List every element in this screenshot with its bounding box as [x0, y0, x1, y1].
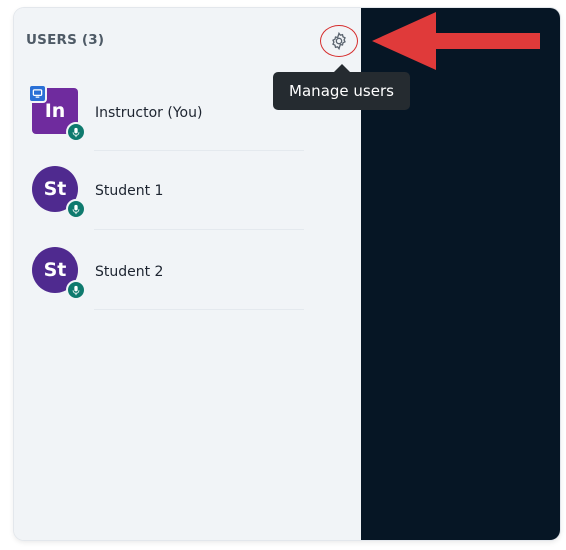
row-divider — [94, 150, 304, 151]
manage-users-tooltip: Manage users — [273, 72, 410, 110]
row-divider — [94, 229, 304, 230]
row-divider — [94, 309, 304, 310]
microphone-icon — [66, 280, 86, 300]
gear-icon — [332, 31, 346, 51]
user-name: Student 1 — [95, 183, 164, 199]
arrow-left-icon — [372, 12, 540, 70]
manage-users-button[interactable] — [320, 25, 358, 57]
user-list-item[interactable]: In Instructor (You) — [28, 84, 302, 144]
avatar-initials: St — [43, 259, 67, 281]
user-list-item[interactable]: St Student 2 — [32, 247, 302, 303]
tooltip-pointer — [334, 64, 350, 72]
user-name: Student 2 — [95, 264, 164, 280]
user-name: Instructor (You) — [95, 105, 203, 121]
users-panel-title: USERS (3) — [26, 32, 105, 48]
microphone-icon — [66, 199, 86, 219]
avatar-initials: In — [44, 100, 66, 122]
presenter-icon — [28, 84, 47, 103]
avatar-initials: St — [43, 178, 67, 200]
microphone-icon — [66, 122, 86, 142]
user-list-item[interactable]: St Student 1 — [32, 166, 302, 222]
